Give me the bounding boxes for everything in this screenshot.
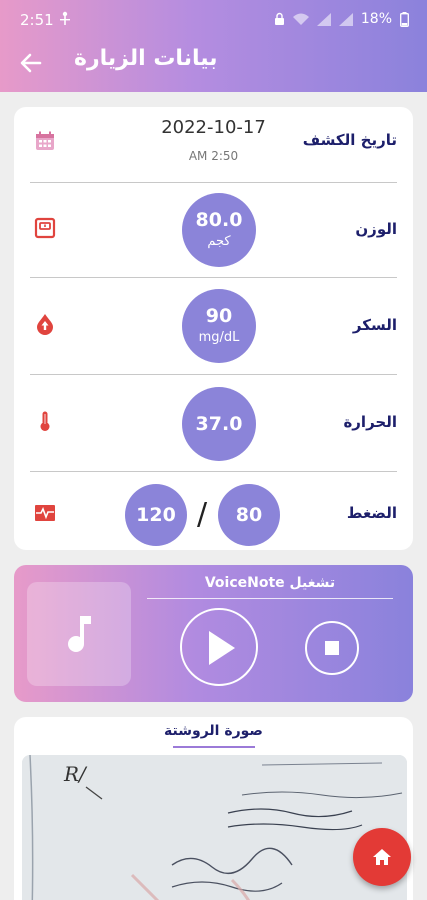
battery-percent: 18% [360,11,392,27]
temperature-value: 37.0 [195,413,243,435]
visit-info-card: 2022-10-17 AM 2:50 تاريخ الكشف 80.0 كجم … [14,107,413,550]
scale-icon [34,217,56,239]
sugar-value: 90 [205,305,233,327]
usb-icon [60,11,70,25]
exam-date-label: تاريخ الكشف [302,131,397,149]
prescription-title: صورة الروشتة [164,723,263,739]
svg-text:R/: R/ [63,762,88,786]
voice-note-card: تشغيل VoiceNote [14,565,413,702]
play-button[interactable] [180,608,258,686]
status-bar: 2:51 18% [0,0,427,40]
prescription-image[interactable]: R/ [22,755,407,900]
play-icon [209,631,235,665]
weight-circle: 80.0 كجم [182,193,256,267]
top-bar: 2:51 18% بيانات الزيارة [0,0,427,92]
thermometer-icon [40,411,50,431]
exam-time-value: AM 2:50 [188,149,239,163]
exam-date-row: 2022-10-17 AM 2:50 تاريخ الكشف [30,107,397,182]
battery-icon [400,11,409,27]
pressure-row: 120 / 80 الضغط [30,472,397,550]
music-note-icon [68,616,91,652]
stop-button[interactable] [305,621,359,675]
diastolic-value: 80 [235,504,263,526]
blood-drop-icon [37,314,53,335]
signal-icon-2 [338,12,353,26]
stop-icon [325,641,339,655]
systolic-circle: 120 [125,484,187,546]
systolic-value: 120 [136,504,176,526]
prescription-card: صورة الروشتة R/ [14,717,413,900]
weight-label: الوزن [355,220,397,238]
status-right: 18% [274,11,409,27]
pressure-label: الضغط [346,504,397,522]
sugar-label: السكر [352,316,397,334]
wifi-icon [292,13,309,25]
home-fab-button[interactable] [353,828,411,886]
lock-icon [274,12,284,25]
prescription-title-underline [173,746,255,748]
heart-monitor-icon [35,505,55,521]
back-arrow-icon[interactable] [18,50,44,76]
diastolic-circle: 80 [218,484,280,546]
pressure-separator: / [197,497,208,532]
sugar-circle: 90 mg/dL [182,289,256,363]
signal-icon [316,12,331,26]
calendar-icon [36,131,54,150]
music-thumbnail [27,582,131,686]
status-time: 2:51 [20,11,54,29]
sugar-unit: mg/dL [198,330,240,345]
temperature-circle: 37.0 [182,387,256,461]
weight-row: 80.0 كجم الوزن [30,183,397,276]
temperature-label: الحرارة [343,413,397,431]
sugar-row: 90 mg/dL السكر [30,278,397,373]
temperature-row: 37.0 الحرارة [30,375,397,470]
prescription-sketch: R/ [22,755,407,900]
weight-value: 80.0 [195,209,243,231]
voice-note-title: تشغيل VoiceNote [204,575,336,591]
home-icon [373,849,391,865]
voice-note-divider [147,598,393,599]
page-title: بيانات الزيارة [74,46,218,71]
weight-unit: كجم [207,234,231,249]
